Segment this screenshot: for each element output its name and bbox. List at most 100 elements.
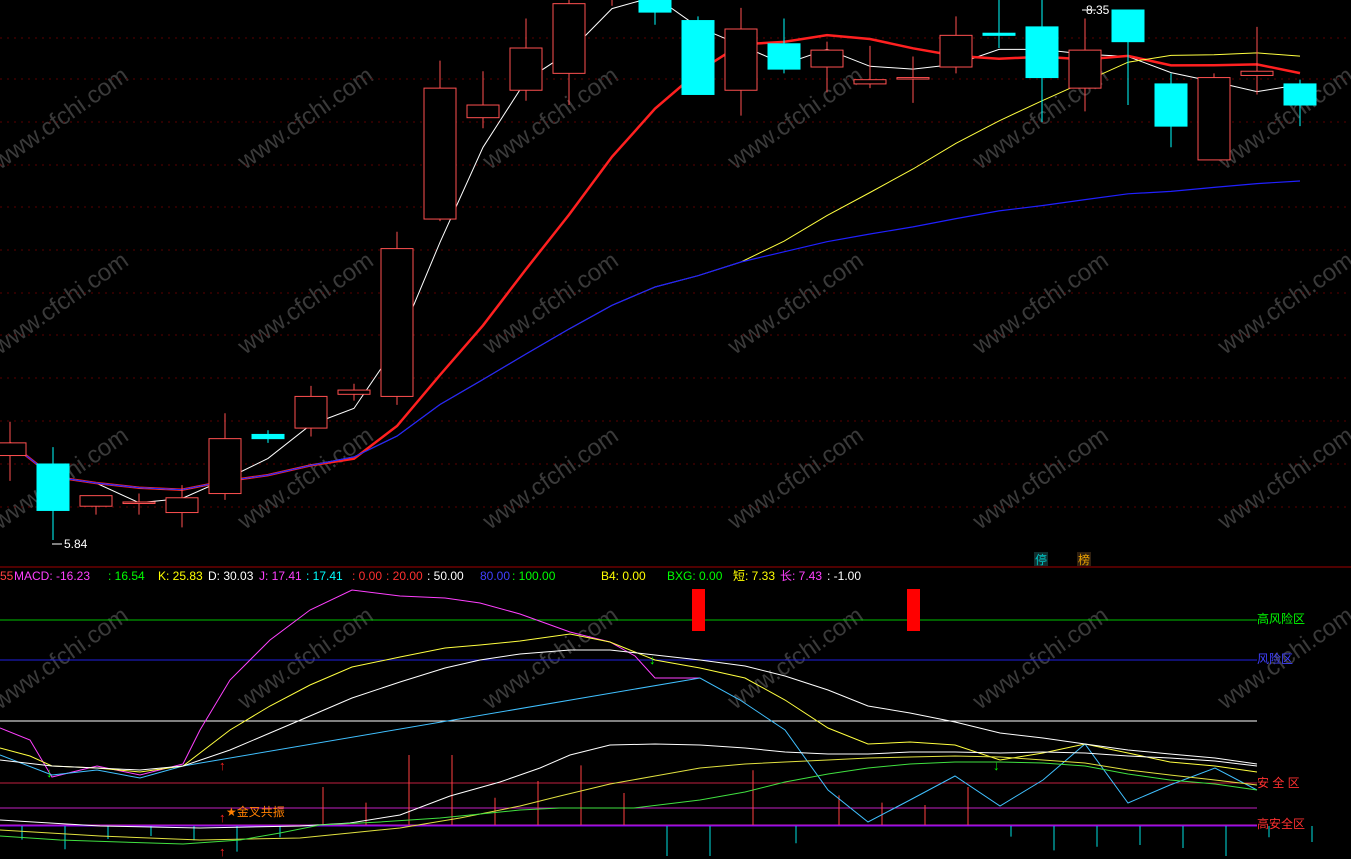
candle xyxy=(611,0,613,6)
header-item: 长: 7.43 xyxy=(780,569,822,583)
watermark-text: www.cfchi.com xyxy=(0,247,133,361)
candle xyxy=(294,385,328,437)
candle xyxy=(122,493,156,515)
up-arrow-red: ↑ xyxy=(219,810,226,825)
red-signal-bar xyxy=(907,589,920,631)
header-item: : 16.54 xyxy=(108,569,145,583)
candle xyxy=(681,16,715,95)
watermark-text: www.cfchi.com xyxy=(1212,247,1351,361)
watermark-text: www.cfchi.com xyxy=(477,62,623,176)
candle xyxy=(423,60,457,222)
header-item: J: 17.41 xyxy=(259,569,302,583)
candle-body xyxy=(509,47,543,91)
up-arrow-red: ↑ xyxy=(219,758,226,773)
candle xyxy=(380,231,414,405)
down-arrow-green: ↓ xyxy=(46,765,53,780)
candle-body xyxy=(638,0,672,13)
line-white-long xyxy=(0,743,1258,829)
candlestick-series xyxy=(0,0,1317,540)
flag-badge-bang: 榜 xyxy=(1078,552,1090,567)
candle-body xyxy=(1068,49,1102,89)
down-arrow-green: ↓ xyxy=(993,758,1000,773)
watermark-text: www.cfchi.com xyxy=(722,602,868,716)
candle-body xyxy=(294,395,328,429)
candle-body xyxy=(896,77,930,80)
candle xyxy=(939,16,973,74)
watermark-text: www.cfchi.com xyxy=(1212,422,1351,536)
candle xyxy=(982,0,1016,49)
zone-label-safe: 安 全 区 xyxy=(1257,775,1300,790)
watermark-text: www.cfchi.com xyxy=(967,422,1113,536)
candle xyxy=(896,56,930,103)
zone-label-high-safe: 高安全区 xyxy=(1257,816,1305,831)
candle xyxy=(1154,73,1188,148)
candle-body xyxy=(1240,70,1274,76)
header-item: : 20.00 xyxy=(386,569,423,583)
candle xyxy=(1240,26,1274,95)
watermark-text: www.cfchi.com xyxy=(232,602,378,716)
candle-body xyxy=(0,442,27,457)
candle-body xyxy=(79,495,113,507)
red-signal-bar xyxy=(692,589,705,631)
candle-body xyxy=(681,20,715,95)
header-item: K: 25.83 xyxy=(158,569,203,583)
candle xyxy=(509,18,543,101)
candle-body xyxy=(810,49,844,68)
zone-label-risk: 风险区 xyxy=(1257,651,1293,666)
header-item: MACD: -16.23 xyxy=(14,569,90,583)
candle xyxy=(79,495,113,515)
stock-chart: www.cfchi.com www.cfchi.com www.cfchi.com w… xyxy=(0,0,1351,859)
candle xyxy=(208,413,242,500)
candle-body xyxy=(466,104,500,119)
low-price-label: 5.84 xyxy=(64,537,88,551)
header-item: : 17.41 xyxy=(306,569,343,583)
candle xyxy=(638,0,672,25)
watermark-text: www.cfchi.com xyxy=(0,602,133,716)
candle-body xyxy=(1025,26,1059,79)
candle-body xyxy=(380,248,414,397)
candle xyxy=(724,7,758,116)
flag-badge-ting: 停 xyxy=(1035,552,1047,567)
header-item: : 50.00 xyxy=(427,569,464,583)
candle-body xyxy=(208,438,242,495)
candle xyxy=(1197,73,1231,161)
watermark-text: www.cfchi.com xyxy=(967,247,1113,361)
header-item: D: 30.03 xyxy=(208,569,254,583)
candle-body xyxy=(251,433,285,440)
watermark-text: www.cfchi.com xyxy=(722,247,868,361)
watermark-text: www.cfchi.com xyxy=(477,602,623,716)
candle-body xyxy=(1154,83,1188,127)
price-gridlines xyxy=(0,37,1351,508)
candle-body xyxy=(423,87,457,220)
line-green-long xyxy=(0,761,1258,845)
candle-body xyxy=(939,34,973,68)
candle-body xyxy=(36,463,70,511)
candle xyxy=(767,18,801,74)
candle-body xyxy=(1111,9,1145,43)
candle-body xyxy=(853,79,887,85)
macd-histogram xyxy=(21,755,1313,856)
header-item: 短: 7.33 xyxy=(733,569,775,583)
down-arrow-green: ↓ xyxy=(649,652,656,667)
header-item: 55 xyxy=(0,569,14,583)
header-item: BXG: 0.00 xyxy=(667,569,723,583)
candle-body xyxy=(337,389,371,395)
candle xyxy=(337,383,371,401)
up-arrow-red: ↑ xyxy=(219,844,226,859)
candle xyxy=(165,485,199,528)
candle-body xyxy=(767,43,801,70)
watermark-text: www.cfchi.com xyxy=(722,422,868,536)
watermark-layer: www.cfchi.com www.cfchi.com www.cfchi.com w… xyxy=(0,62,1351,716)
candle-body xyxy=(724,28,758,91)
header-item: B4: 0.00 xyxy=(601,569,646,583)
candle xyxy=(251,430,285,443)
candle xyxy=(0,421,27,481)
header-item: : -1.00 xyxy=(827,569,861,583)
candle-body xyxy=(1283,83,1317,106)
candle-body xyxy=(122,501,156,504)
candle-body xyxy=(1197,77,1231,161)
candle-body xyxy=(552,3,586,74)
indicator-panel: ↓ ↑ ↑ ↑ ↓ ↓ ★金叉共振 高风险区 风险区 安 全 区 高安全区 xyxy=(0,589,1313,859)
watermark-text: www.cfchi.com xyxy=(967,602,1113,716)
golden-cross-annotation: ★金叉共振 xyxy=(226,804,285,819)
